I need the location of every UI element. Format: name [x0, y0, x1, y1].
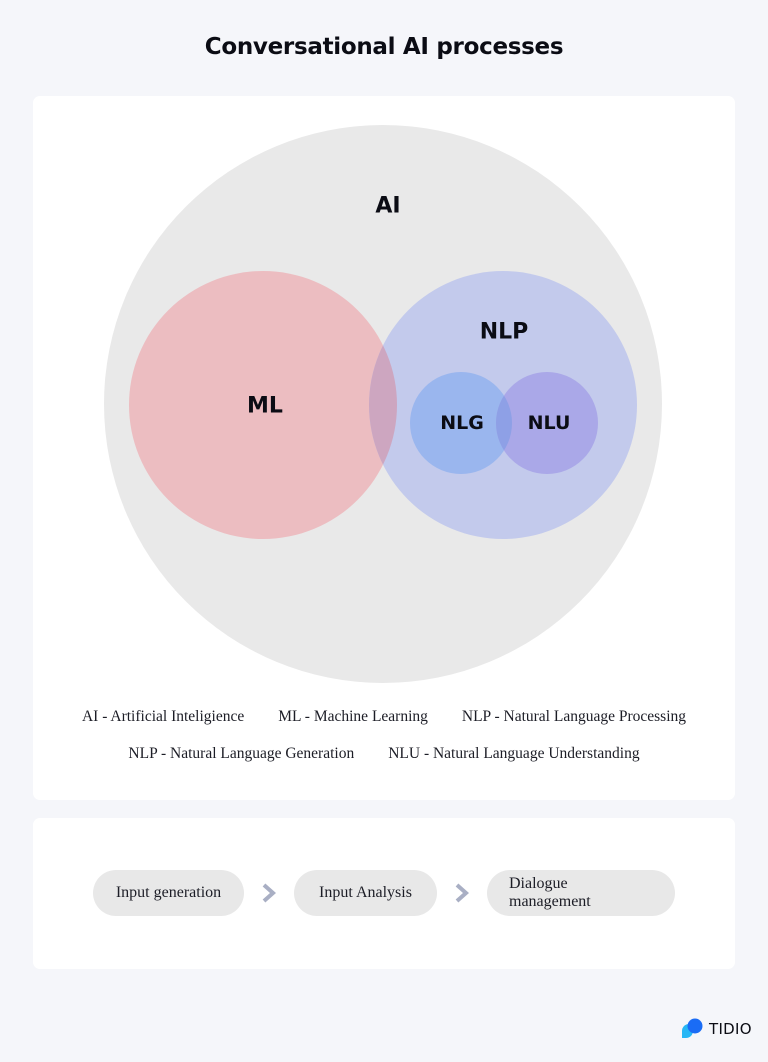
legend-item-nlu: NLU - Natural Language Understanding	[388, 745, 640, 762]
brand-name: TIDIO	[709, 1020, 752, 1038]
label-ai: AI	[375, 194, 400, 219]
process-flow: Input generation Input Analysis Dialogue…	[33, 870, 735, 916]
legend-item-nlg: NLP - Natural Language Generation	[128, 745, 355, 762]
venn-panel: AI ML NLP NLG NLU AI - Artificial Inteli…	[33, 96, 735, 800]
tidio-logo-icon	[682, 1018, 703, 1038]
legend-item-nlp: NLP - Natural Language Processing	[461, 708, 687, 725]
page-title: Conversational AI processes	[204, 34, 564, 60]
step-dialogue-management: Dialogue management	[487, 870, 675, 916]
chevron-right-icon	[244, 870, 294, 916]
label-nlu: NLU	[528, 412, 571, 434]
brand-logo: TIDIO	[680, 1018, 752, 1040]
label-ml: ML	[247, 394, 283, 419]
legend-row: AI - Artificial Inteligience ML - Machin…	[33, 708, 735, 726]
label-nlp: NLP	[480, 320, 529, 345]
step-input-generation: Input generation	[93, 870, 244, 916]
label-nlg: NLG	[440, 412, 484, 434]
legend-row: NLP - Natural Language Generation NLU - …	[33, 745, 735, 763]
venn-diagram: AI ML NLP NLG NLU	[104, 125, 662, 683]
chevron-right-icon	[437, 870, 487, 916]
step-input-analysis: Input Analysis	[294, 870, 437, 916]
legend-item-ai: AI - Artificial Inteligience	[81, 708, 245, 725]
legend-item-ml: ML - Machine Learning	[278, 708, 428, 725]
process-flow-panel: Input generation Input Analysis Dialogue…	[33, 818, 735, 969]
